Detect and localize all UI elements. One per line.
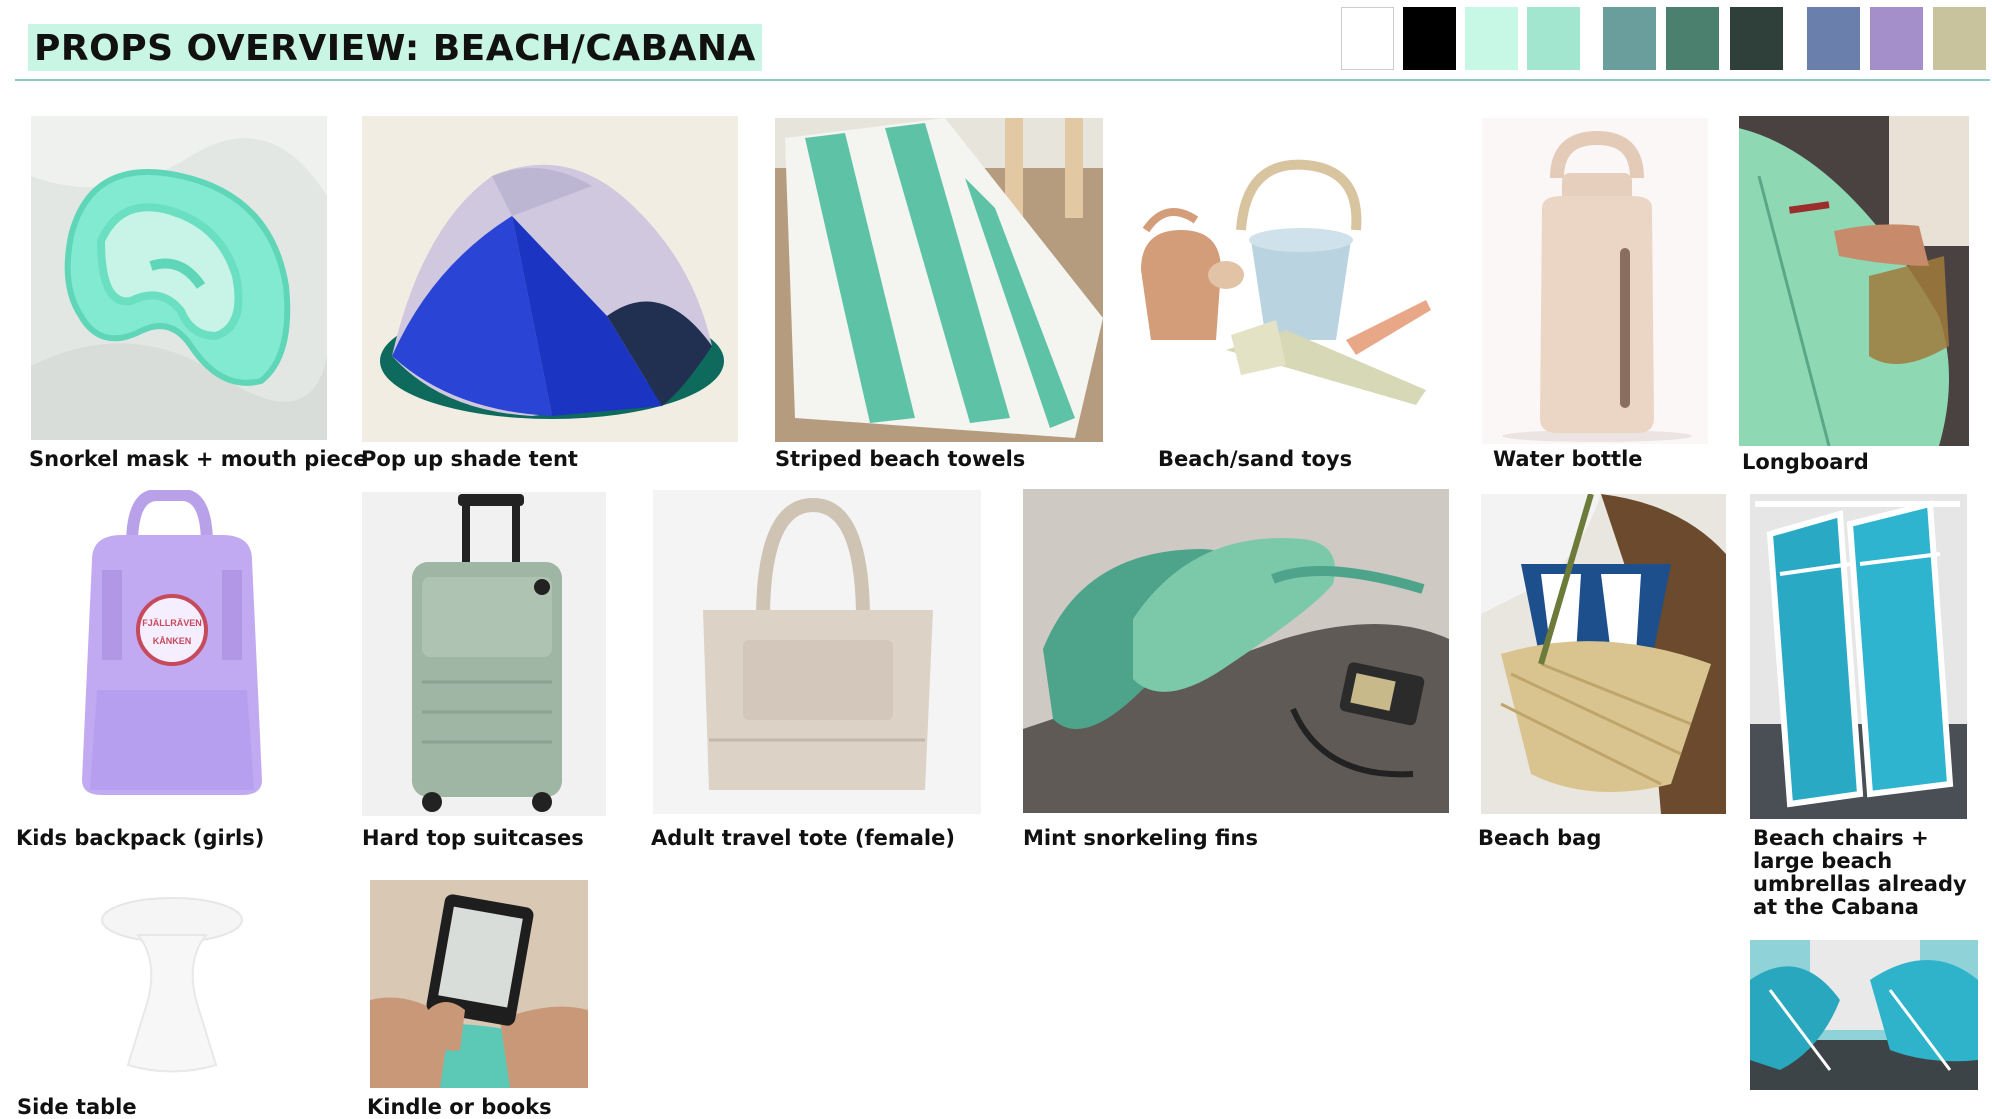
snorkeling-fins-photo — [1023, 489, 1449, 813]
palette-swatch — [1603, 7, 1656, 70]
palette-swatch — [1527, 7, 1580, 70]
prop-label: Side table — [17, 1095, 137, 1119]
palette-swatch — [1933, 7, 1986, 70]
beach-bag-photo — [1481, 494, 1726, 814]
sand-toys-photo — [1126, 150, 1446, 420]
prop-label: Beach bag — [1478, 826, 1602, 850]
tote-bag-photo — [653, 490, 981, 814]
prop-label: Pop up shade tent — [361, 447, 578, 471]
palette-swatch — [1730, 7, 1783, 70]
longboard-photo — [1739, 116, 1969, 446]
beach-towel-photo — [775, 118, 1103, 442]
prop-label: Kids backpack (girls) — [16, 826, 265, 850]
palette-swatch — [1666, 7, 1719, 70]
palette-swatch — [1870, 7, 1923, 70]
prop-label: Hard top suitcases — [362, 826, 584, 850]
palette-swatch — [1807, 7, 1860, 70]
shade-tent-photo — [362, 116, 738, 442]
palette-swatch — [1403, 7, 1456, 70]
prop-label: Kindle or books — [367, 1095, 552, 1119]
snorkel-mask-photo — [31, 116, 327, 440]
prop-label: Mint snorkeling fins — [1023, 826, 1258, 850]
kindle-photo — [370, 880, 588, 1088]
side-table-photo — [98, 890, 246, 1080]
prop-label: Snorkel mask + mouth piece — [29, 447, 368, 471]
header-divider — [15, 79, 1990, 81]
prop-label: Longboard — [1742, 450, 1869, 474]
prop-label: Beach/sand toys — [1158, 447, 1353, 471]
prop-label: Water bottle — [1493, 447, 1643, 471]
svg-text:KÅNKEN: KÅNKEN — [153, 636, 192, 646]
prop-label: Beach chairs + large beach umbrellas alr… — [1753, 826, 1967, 919]
prop-label: Adult travel tote (female) — [651, 826, 955, 850]
prop-label: Striped beach towels — [775, 447, 1026, 471]
color-palette — [0, 0, 1992, 76]
suitcase-photo — [362, 492, 606, 816]
palette-swatch — [1341, 7, 1394, 70]
water-bottle-photo — [1482, 118, 1708, 444]
palette-swatch — [1465, 7, 1518, 70]
svg-text:FJÄLLRÄVEN: FJÄLLRÄVEN — [142, 618, 202, 628]
backpack-photo: FJÄLLRÄVEN KÅNKEN — [62, 490, 280, 808]
beach-umbrellas-photo — [1750, 940, 1978, 1090]
beach-chairs-photo — [1750, 494, 1967, 819]
